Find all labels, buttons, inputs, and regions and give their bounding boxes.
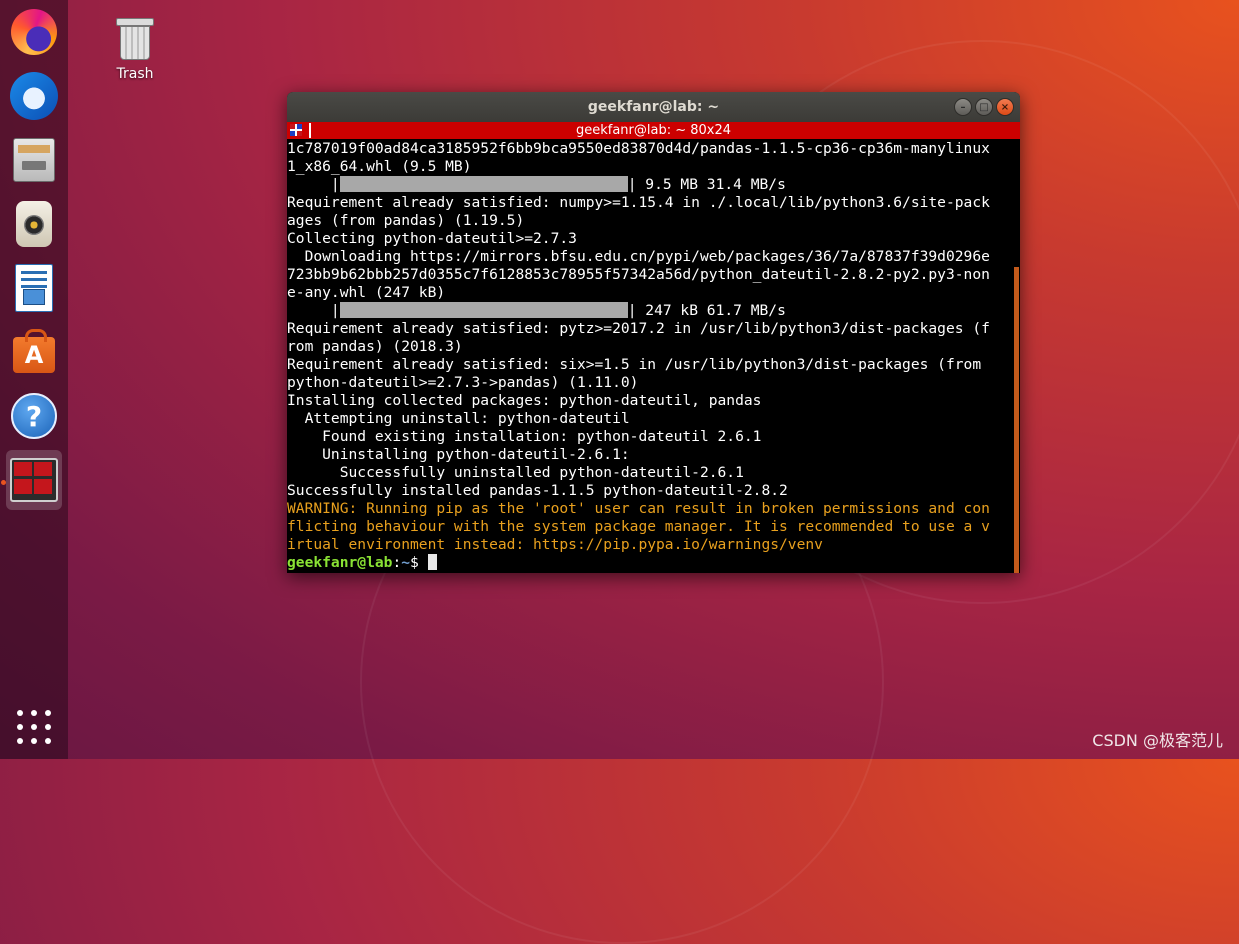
output-line: Downloading https://mirrors.bfsu.edu.cn/… — [287, 248, 990, 265]
dock: A ? — [0, 0, 68, 759]
terminal-scrollbar[interactable] — [1014, 267, 1019, 573]
output-line: Uninstalling python-dateutil-2.6.1: — [287, 446, 630, 463]
prompt-user: geekfanr@lab — [287, 554, 393, 571]
grid-dot — [31, 724, 37, 730]
terminal-icon — [10, 458, 58, 502]
show-applications-button[interactable] — [17, 710, 51, 744]
trash-label: Trash — [116, 66, 154, 82]
terminal-window[interactable]: geekfanr@lab: ~ – □ × geekfanr@lab: ~ 80… — [287, 92, 1020, 573]
text-cursor — [427, 554, 437, 570]
progress-stats: | 247 kB 61.7 MB/s — [627, 302, 786, 319]
output-line: Requirement already satisfied: numpy>=1.… — [287, 194, 990, 211]
output-line: Requirement already satisfied: six>=1.5 … — [287, 356, 982, 373]
output-line: Installing collected packages: python-da… — [287, 392, 762, 409]
output-line: e-any.whl (247 kB) — [287, 284, 446, 301]
grid-dot — [45, 710, 51, 716]
dock-rhythmbox[interactable] — [6, 196, 62, 252]
output-line: 723bb9b62bbb257d0355c7f6128853c78955f573… — [287, 266, 990, 283]
close-button[interactable]: × — [996, 98, 1014, 116]
download-progress-bar — [339, 302, 628, 318]
output-line: | | 247 kB 61.7 MB/s — [287, 302, 1020, 320]
grid-dot — [17, 724, 23, 730]
tab-title: geekfanr@lab: ~ 80x24 — [575, 123, 732, 138]
progress-stats: | 9.5 MB 31.4 MB/s — [627, 176, 786, 193]
shell-prompt[interactable]: geekfanr@lab:~$ — [287, 554, 1020, 572]
help-icon: ? — [11, 393, 57, 439]
dock-help[interactable]: ? — [6, 388, 62, 444]
maximize-icon: □ — [979, 101, 989, 113]
dock-libreoffice-writer[interactable] — [6, 260, 62, 316]
output-line: Successfully uninstalled python-dateutil… — [287, 464, 744, 481]
output-line: Found existing installation: python-date… — [287, 428, 762, 445]
dock-thunderbird[interactable] — [6, 68, 62, 124]
grid-dot — [45, 738, 51, 744]
grid-dot — [31, 710, 37, 716]
csdn-watermark: CSDN @极客范儿 — [1092, 731, 1223, 750]
maximize-button[interactable]: □ — [975, 98, 993, 116]
firefox-icon — [11, 9, 57, 55]
grid-dot — [31, 738, 37, 744]
dock-terminal[interactable] — [6, 450, 62, 510]
progress-prefix: | — [287, 176, 340, 193]
prompt-separator: : — [392, 554, 402, 571]
output-line: Attempting uninstall: python-dateutil — [287, 410, 630, 427]
output-line: Requirement already satisfied: pytz>=201… — [287, 320, 990, 337]
grid-dot — [17, 738, 23, 744]
minimize-button[interactable]: – — [954, 98, 972, 116]
running-indicator — [1, 480, 6, 485]
dock-files[interactable] — [6, 132, 62, 188]
dock-firefox[interactable] — [6, 4, 62, 60]
desktop-trash[interactable]: Trash — [106, 18, 164, 82]
prompt-symbol: $ — [410, 554, 428, 571]
output-line: Collecting python-dateutil>=2.7.3 — [287, 230, 577, 247]
trash-icon — [116, 18, 154, 60]
help-glyph: ? — [25, 399, 43, 433]
output-line: | | 9.5 MB 31.4 MB/s — [287, 176, 1020, 194]
software-glyph: A — [24, 341, 44, 369]
output-line: ages (from pandas) (1.19.5) — [287, 212, 525, 229]
shopping-bag-icon: A — [13, 329, 55, 373]
speaker-icon — [16, 201, 52, 247]
grid-dot — [45, 724, 51, 730]
dock-ubuntu-software[interactable]: A — [6, 324, 62, 380]
terminal-grid-icon[interactable] — [290, 124, 302, 136]
output-line: rom pandas) (2018.3) — [287, 338, 463, 355]
grid-dots-icon — [17, 710, 23, 716]
prompt-path: ~ — [401, 554, 411, 571]
output-line: 1_x86_64.whl (9.5 MB) — [287, 158, 472, 175]
warning-line: irtual environment instead: https://pip.… — [287, 536, 823, 553]
window-title: geekfanr@lab: ~ — [587, 99, 720, 115]
output-line: python-dateutil>=2.7.3->pandas) (1.11.0) — [287, 374, 639, 391]
thunderbird-mail-icon — [10, 72, 58, 120]
warning-line: WARNING: Running pip as the 'root' user … — [287, 500, 990, 517]
tab-separator — [309, 123, 311, 138]
close-icon: × — [1000, 101, 1010, 113]
warning-line: flicting behaviour with the system packa… — [287, 518, 990, 535]
file-cabinet-icon — [13, 138, 55, 182]
download-progress-bar — [339, 176, 628, 192]
output-line: Successfully installed pandas-1.1.5 pyth… — [287, 482, 788, 499]
minimize-icon: – — [960, 101, 966, 113]
progress-prefix: | — [287, 302, 340, 319]
terminal-tab-bar[interactable]: geekfanr@lab: ~ 80x24 — [287, 122, 1020, 139]
window-titlebar[interactable]: geekfanr@lab: ~ – □ × — [287, 92, 1020, 122]
document-icon — [15, 264, 53, 312]
terminal-output[interactable]: 1c787019f00ad84ca3185952f6bb9bca9550ed83… — [287, 139, 1020, 572]
output-line: 1c787019f00ad84ca3185952f6bb9bca9550ed83… — [287, 140, 990, 157]
